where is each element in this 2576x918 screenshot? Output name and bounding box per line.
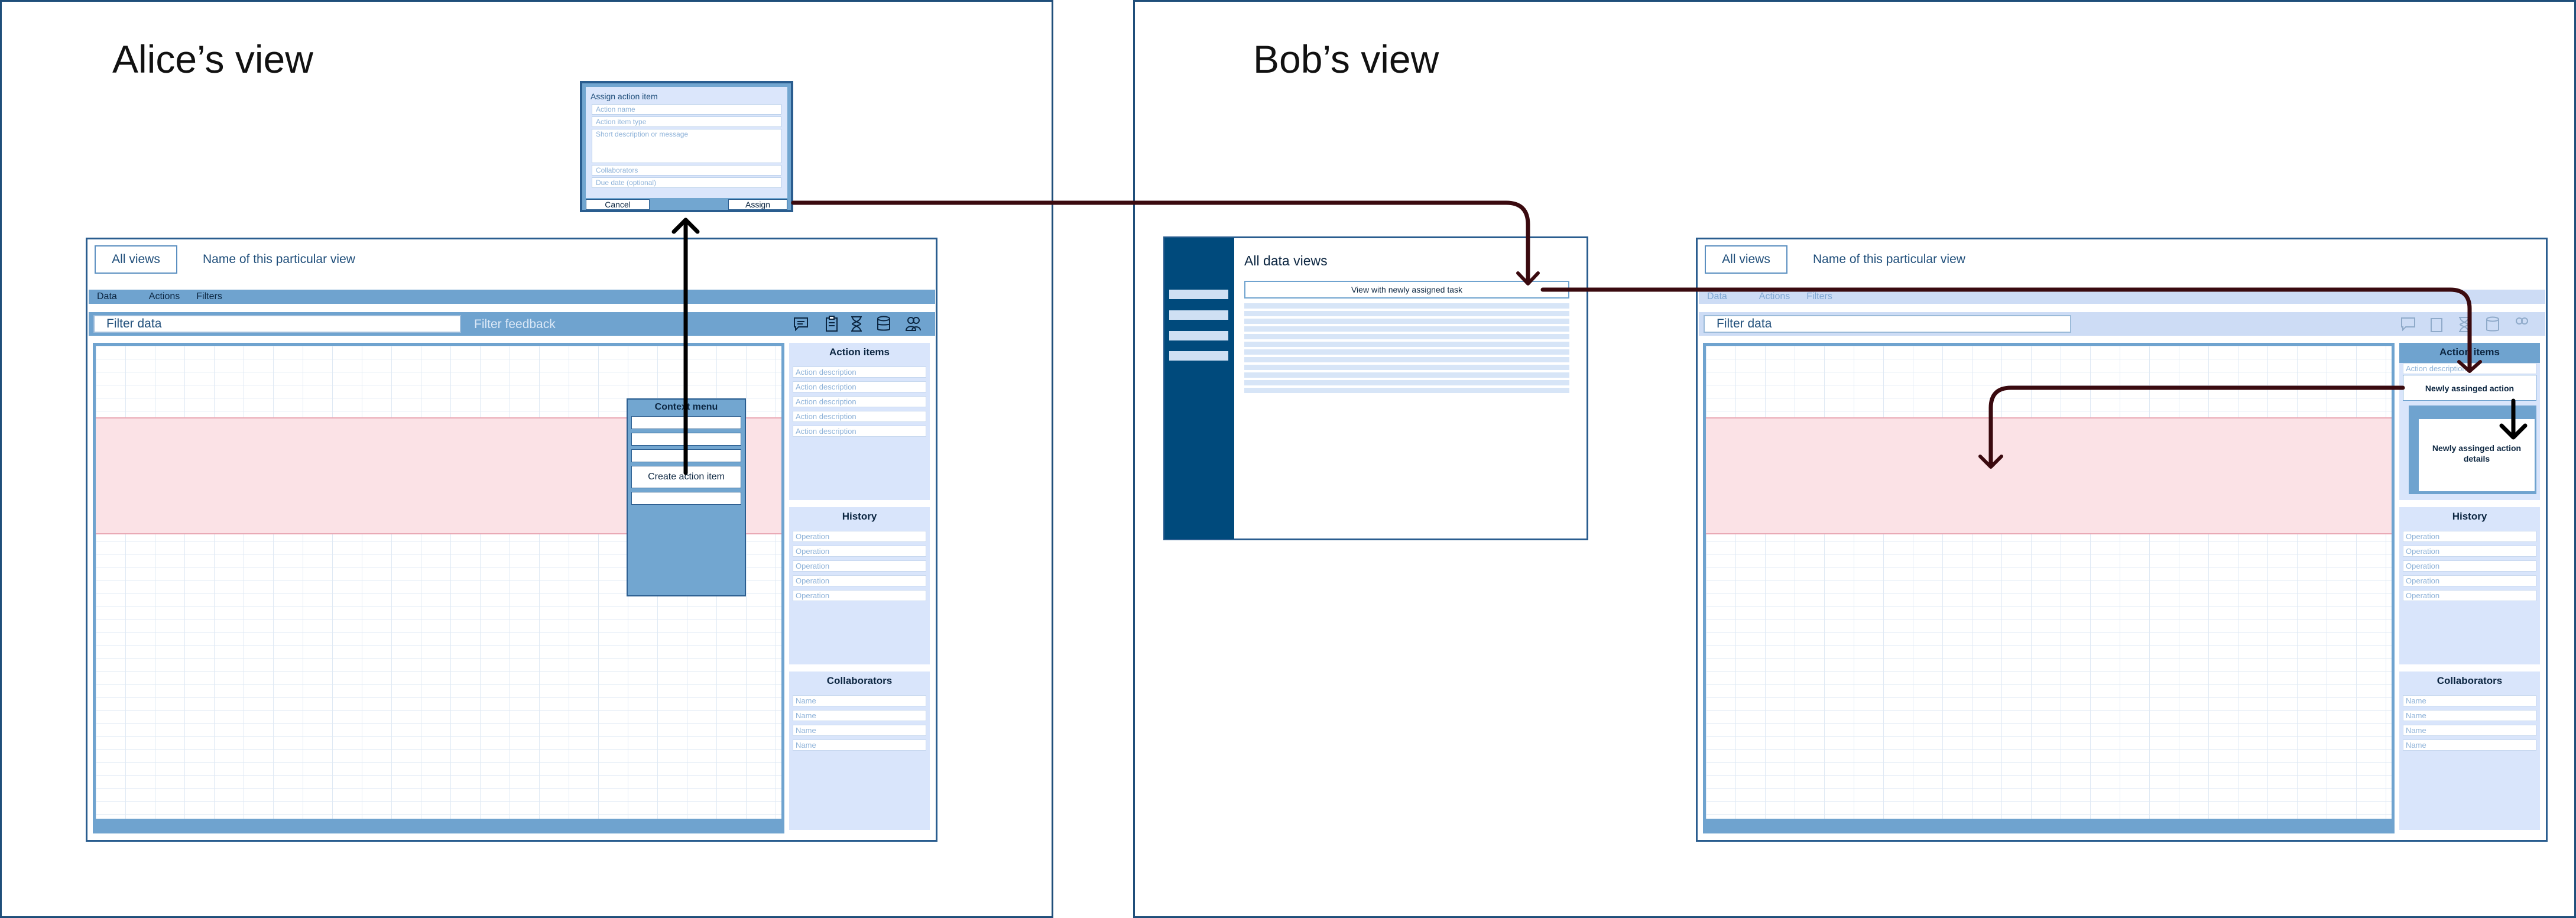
arrow-assign-to-dataviews xyxy=(791,200,1530,285)
arrow-dataview-to-action xyxy=(1540,287,2472,373)
flow-arrows xyxy=(671,200,2528,475)
arrow-action-to-rows xyxy=(1988,385,2405,468)
